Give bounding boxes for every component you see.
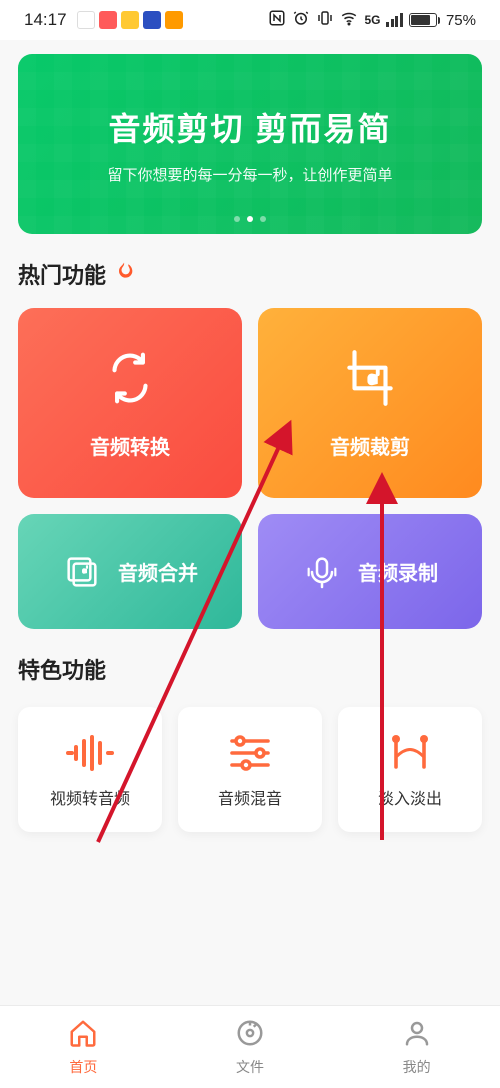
record-icon	[302, 552, 342, 592]
tab-files[interactable]: 文件	[167, 1018, 332, 1077]
status-left: 14:17	[24, 10, 183, 30]
signal-label: 5G	[364, 13, 380, 27]
wifi-icon	[340, 9, 358, 31]
banner-subtitle: 留下你想要的每一分每一秒，让创作更简单	[107, 164, 392, 185]
audio-convert-label: 音频转换	[90, 431, 170, 460]
audio-crop-label: 音频裁剪	[330, 431, 410, 460]
tab-files-label: 文件	[236, 1057, 264, 1077]
tab-home-label: 首页	[69, 1057, 97, 1077]
audio-merge-label: 音频合并	[118, 557, 198, 586]
fade-card[interactable]: 淡入淡出	[338, 707, 482, 832]
recent-apps-icons	[77, 11, 183, 29]
disc-icon	[235, 1018, 265, 1053]
battery-icon	[409, 13, 440, 27]
signal-bars-icon	[386, 13, 403, 27]
special-section-header: 特色功能	[18, 653, 482, 685]
special-section-title: 特色功能	[18, 653, 106, 685]
status-right: 5G 75%	[268, 9, 476, 31]
status-time: 14:17	[24, 10, 67, 30]
crop-icon	[339, 347, 401, 409]
battery-percent: 75%	[446, 12, 476, 29]
convert-icon	[99, 347, 161, 409]
audio-merge-card[interactable]: 音频合并	[18, 514, 242, 629]
audio-mix-label: 音频混音	[218, 785, 282, 809]
video-to-audio-label: 视频转音频	[50, 785, 130, 809]
hot-section-title: 热门功能	[18, 258, 106, 290]
tab-mine-label: 我的	[403, 1057, 431, 1077]
promo-banner[interactable]: 音频剪切 剪而易简 留下你想要的每一分每一秒，让创作更简单	[18, 54, 482, 234]
tab-bar: 首页 文件 我的	[0, 1006, 500, 1088]
hot-section: 热门功能 音频转换 音频裁剪	[18, 258, 482, 629]
video-to-audio-card[interactable]: 视频转音频	[18, 707, 162, 832]
alarm-icon	[292, 9, 310, 31]
audio-record-label: 音频录制	[358, 557, 438, 586]
nfc-icon	[268, 9, 286, 31]
banner-title: 音频剪切 剪而易简	[109, 104, 392, 150]
hot-section-header: 热门功能	[18, 258, 482, 290]
status-bar: 14:17 5G 75%	[0, 0, 500, 40]
merge-icon	[62, 552, 102, 592]
vibrate-icon	[316, 9, 334, 31]
tab-home[interactable]: 首页	[1, 1018, 166, 1077]
audio-record-card[interactable]: 音频录制	[258, 514, 482, 629]
special-section: 特色功能 视频转音频 音频混音	[18, 653, 482, 832]
audio-crop-card[interactable]: 音频裁剪	[258, 308, 482, 498]
fade-icon	[384, 731, 436, 775]
tab-mine[interactable]: 我的	[334, 1018, 499, 1077]
sliders-icon	[224, 731, 276, 775]
audio-mix-card[interactable]: 音频混音	[178, 707, 322, 832]
fade-label: 淡入淡出	[378, 785, 442, 809]
fire-icon	[114, 261, 134, 287]
carousel-dots	[18, 216, 482, 222]
waveform-icon	[64, 731, 116, 775]
audio-convert-card[interactable]: 音频转换	[18, 308, 242, 498]
home-icon	[68, 1018, 98, 1053]
user-icon	[402, 1018, 432, 1053]
